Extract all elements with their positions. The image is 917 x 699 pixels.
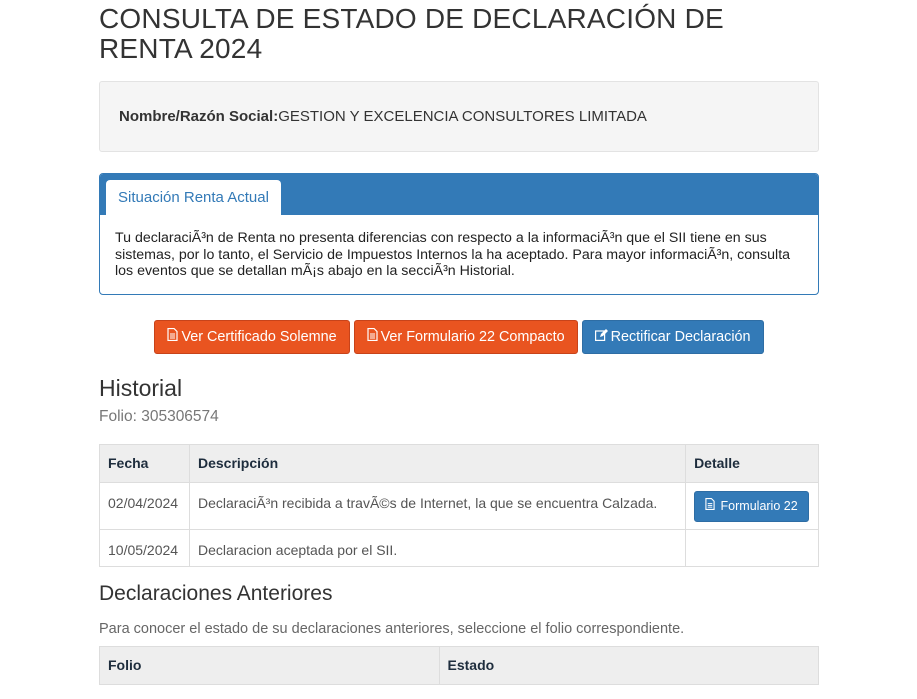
row-detalle: Formulario 22 (685, 481, 819, 530)
file-text-icon (167, 321, 179, 353)
main-container: CONSULTA DE ESTADO DE DECLARACIÓN DE REN… (99, 0, 820, 685)
taxpayer-label: Nombre/Razón Social: (119, 108, 279, 125)
rectificar-button[interactable]: Rectificar Declaración (581, 319, 764, 354)
historial-table: Fecha Descripción Detalle 02/04/2024 Dec… (99, 443, 819, 567)
table-row: 10/05/2024 Declaracion aceptada por el S… (99, 528, 819, 567)
file-text-icon (705, 497, 718, 513)
situation-message: Tu declaraciÃ³n de Renta no presenta dif… (115, 230, 791, 279)
anteriores-table: Folio Estado (99, 645, 820, 685)
formulario-22-button[interactable]: Formulario 22 (694, 490, 809, 522)
panel-heading: Situación Renta Actual (100, 174, 818, 215)
folio-number: Folio: 305306574 (99, 407, 219, 425)
table-header-row: Fecha Descripción Detalle (99, 443, 819, 483)
taxpayer-well: Nombre/Razón Social:GESTION Y EXCELENCIA… (99, 81, 819, 152)
taxpayer-name: GESTION Y EXCELENCIA CONSULTORES LIMITAD… (278, 108, 647, 125)
row-descripcion: Declaracion aceptada por el SII. (188, 528, 687, 567)
anteriores-description: Para conocer el estado de su declaracion… (99, 620, 685, 637)
situation-panel: Situación Renta Actual Tu declaraciÃ³n d… (99, 173, 819, 295)
table-row: 02/04/2024 DeclaraciÃ³n recibida a travÃ… (99, 481, 819, 530)
edit-icon (594, 321, 608, 353)
table-header-row: Folio Estado (99, 645, 820, 685)
col-fecha: Fecha (99, 443, 190, 483)
col-detalle: Detalle (685, 443, 819, 483)
col-folio: Folio (99, 645, 440, 685)
ver-formulario-button[interactable]: Ver Formulario 22 Compacto (353, 319, 578, 354)
col-descripcion: Descripción (188, 443, 687, 483)
rectificar-label: Rectificar Declaración (610, 328, 751, 345)
row-fecha: 02/04/2024 (99, 481, 190, 530)
row-fecha: 10/05/2024 (99, 528, 190, 567)
historial-heading: Historial (99, 374, 183, 401)
page-title: CONSULTA DE ESTADO DE DECLARACIÓN DE REN… (99, 3, 724, 64)
anteriores-heading: Declaraciones Anteriores (99, 581, 333, 605)
row-descripcion: DeclaraciÃ³n recibida a travÃ©s de Inter… (188, 481, 687, 530)
formulario-22-label: Formulario 22 (720, 498, 798, 513)
tab-situacion-renta-actual[interactable]: Situación Renta Actual (106, 180, 281, 215)
ver-certificado-button[interactable]: Ver Certificado Solemne (154, 319, 350, 354)
action-buttons: Ver Certificado Solemne Ver Formulario 2… (99, 319, 819, 354)
row-detalle (685, 528, 819, 567)
ver-formulario-label: Ver Formulario 22 Compacto (380, 328, 565, 345)
ver-certificado-label: Ver Certificado Solemne (181, 328, 337, 345)
col-estado: Estado (438, 645, 820, 685)
file-text-icon (367, 321, 378, 353)
